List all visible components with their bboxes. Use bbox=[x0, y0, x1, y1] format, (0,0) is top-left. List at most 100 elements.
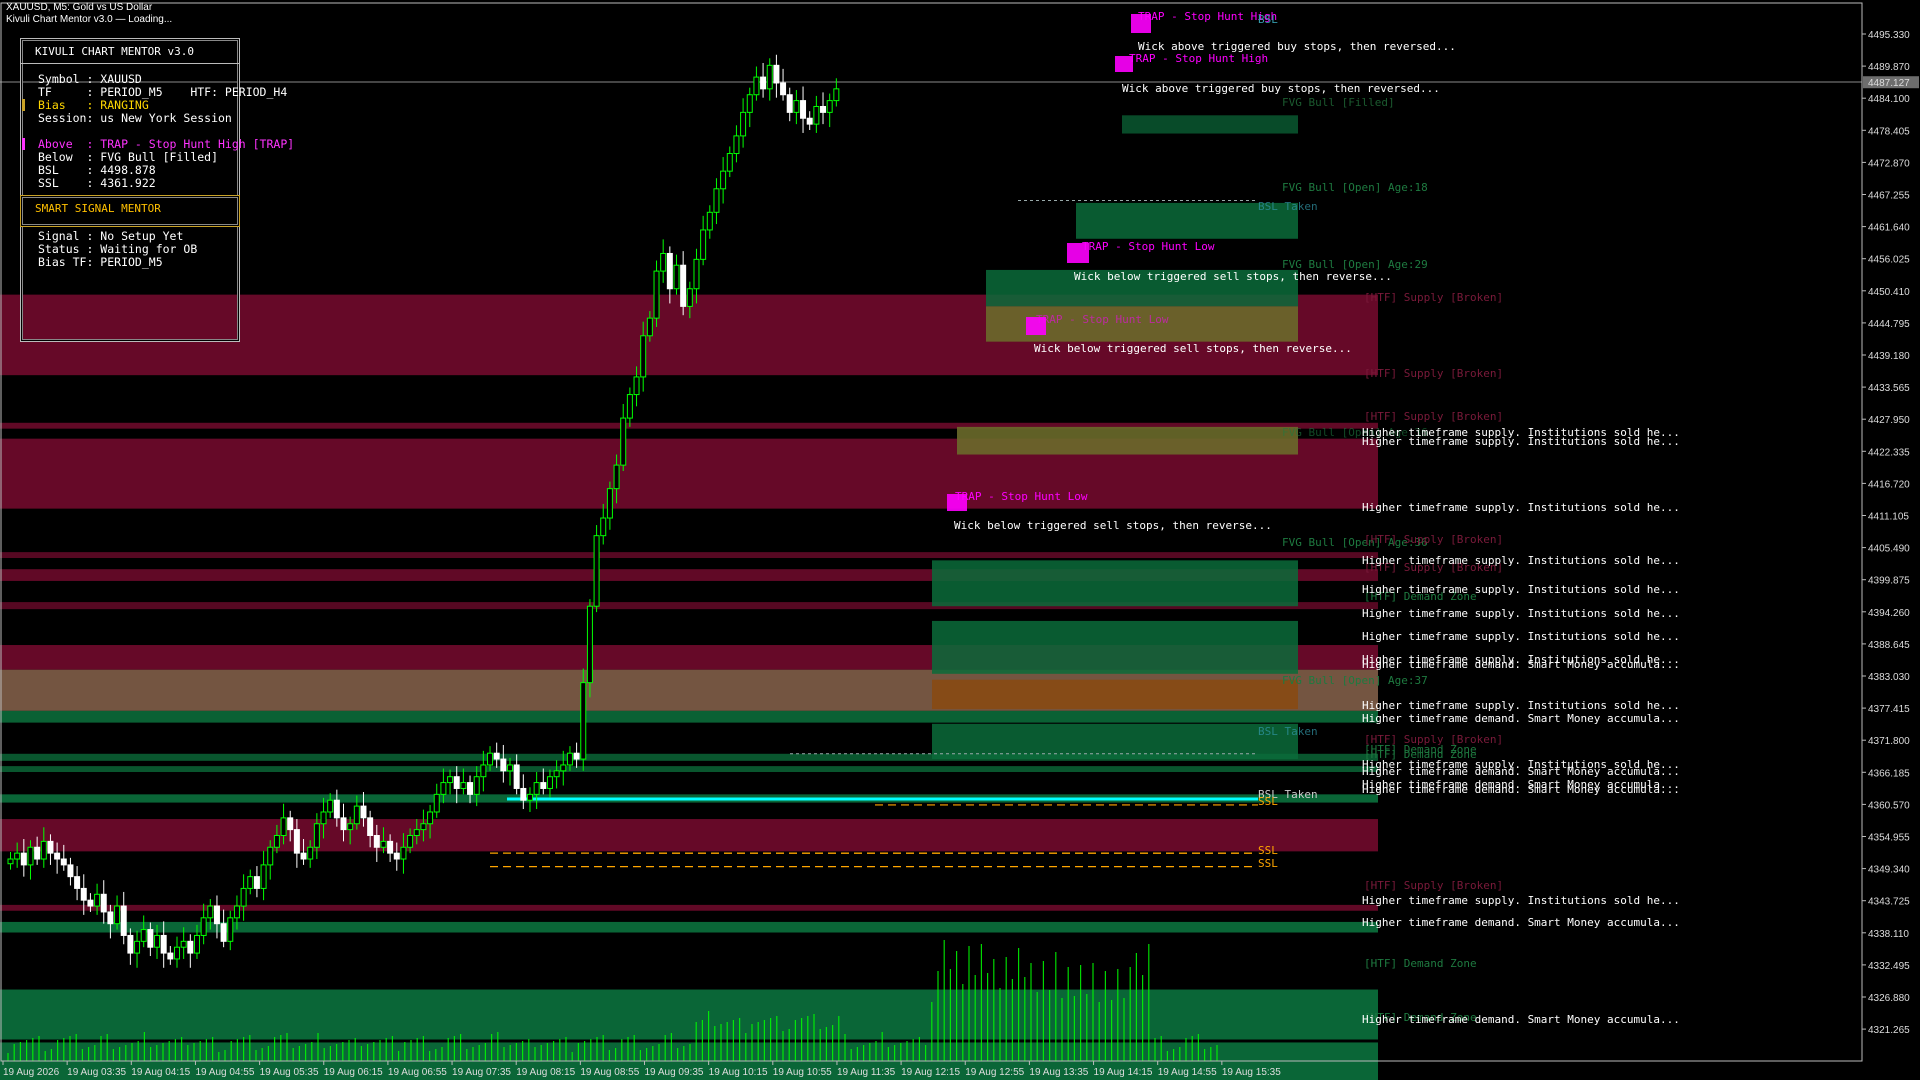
candle-body bbox=[67, 864, 74, 878]
candle-body bbox=[240, 887, 247, 907]
candle-body bbox=[313, 823, 320, 848]
htf-supply-label: [HTF] Supply [Broken] bbox=[1364, 291, 1503, 304]
supply-note: Higher timeframe supply. Institutions so… bbox=[1362, 699, 1680, 712]
candle-body bbox=[766, 64, 773, 90]
candle-body bbox=[393, 852, 400, 860]
candle-body bbox=[114, 905, 121, 925]
mentor-rows: Symbol : XAUUSD TF : PERIOD_M5 HTF: PERIO… bbox=[38, 73, 294, 190]
candle-body bbox=[253, 876, 260, 889]
time-tick-label: 19 Aug 04:55 bbox=[195, 1067, 254, 1078]
candle-body bbox=[307, 846, 314, 860]
candle-body bbox=[826, 100, 833, 113]
htf-supply-label: [HTF] Supply [Broken] bbox=[1364, 367, 1503, 380]
supply-zone bbox=[0, 904, 1378, 911]
trap-low-label: TRAP - Stop Hunt Low bbox=[1036, 313, 1169, 326]
price-tick-label: 4478.405 bbox=[1868, 126, 1910, 137]
indicator-status: Kivuli Chart Mentor v3.0 — Loading... bbox=[6, 14, 173, 25]
candle-body bbox=[540, 782, 547, 789]
fvg-olive-box bbox=[957, 426, 1298, 455]
candle-body bbox=[327, 799, 334, 813]
price-tick-label: 4484.100 bbox=[1868, 94, 1910, 105]
candle-body bbox=[233, 905, 240, 919]
candle-body bbox=[227, 917, 234, 942]
price-tick-label: 4467.255 bbox=[1868, 191, 1910, 202]
price-tick-label: 4472.870 bbox=[1868, 158, 1910, 169]
demand-note: Higher timeframe demand. Smart Money acc… bbox=[1362, 916, 1680, 929]
supply-note: Higher timeframe supply. Institutions so… bbox=[1362, 501, 1680, 514]
candle-body bbox=[7, 858, 14, 865]
candle-body bbox=[713, 188, 720, 213]
candle-body bbox=[94, 893, 101, 907]
signal-rows: Signal : No Setup Yet Status : Waiting fo… bbox=[38, 230, 197, 269]
candle-body bbox=[360, 805, 367, 819]
time-tick-label: 19 Aug 05:35 bbox=[260, 1067, 319, 1078]
demand-zone bbox=[0, 766, 1378, 773]
candle-body bbox=[720, 170, 727, 190]
time-tick-label: 19 Aug 07:35 bbox=[452, 1067, 511, 1078]
fvg-open-box bbox=[932, 620, 1298, 674]
candle-body bbox=[193, 934, 200, 954]
price-tick-label: 4377.415 bbox=[1868, 704, 1910, 715]
candle-body bbox=[134, 940, 141, 954]
candle-body bbox=[473, 776, 480, 795]
candle-body bbox=[400, 846, 407, 860]
price-tick-label: 4433.565 bbox=[1868, 383, 1910, 394]
candle-body bbox=[140, 929, 147, 942]
candle-body bbox=[340, 817, 347, 831]
trap-high-label: TRAP - Stop Hunt High bbox=[1129, 52, 1268, 65]
fvg-orange-box bbox=[932, 679, 1298, 710]
candle-body bbox=[586, 605, 593, 684]
time-tick-label: 19 Aug 2026 bbox=[3, 1067, 60, 1078]
fvg-open-box bbox=[932, 560, 1298, 607]
fvg-filled-label: FVG Bull [Filled] bbox=[1282, 96, 1395, 109]
candle-body bbox=[207, 905, 214, 919]
candle-body bbox=[120, 905, 127, 936]
candle-body bbox=[673, 264, 680, 290]
htf-supply-label: [HTF] Supply [Broken] bbox=[1364, 410, 1503, 423]
trap-low-label: TRAP - Stop Hunt Low bbox=[1082, 240, 1215, 253]
time-tick-label: 19 Aug 08:15 bbox=[516, 1067, 575, 1078]
candle-body bbox=[660, 252, 667, 272]
candle-body bbox=[273, 835, 280, 848]
supply-note: Higher timeframe supply. Institutions so… bbox=[1362, 554, 1680, 567]
demand-zone bbox=[0, 710, 1378, 723]
price-tick-label: 4489.870 bbox=[1868, 62, 1910, 73]
candle-body bbox=[353, 805, 360, 825]
price-tick-label: 4422.335 bbox=[1868, 447, 1910, 458]
candle-body bbox=[793, 100, 800, 113]
time-tick-label: 19 Aug 06:55 bbox=[388, 1067, 447, 1078]
candle-body bbox=[387, 840, 394, 854]
htf-demand-label: [HTF] Demand Zone bbox=[1364, 957, 1477, 970]
time-tick-label: 19 Aug 10:55 bbox=[773, 1067, 832, 1078]
candle-body bbox=[746, 94, 753, 113]
price-tick-label: 4399.875 bbox=[1868, 576, 1910, 587]
candle-body bbox=[74, 876, 81, 889]
supply-note: Higher timeframe supply. Institutions so… bbox=[1362, 607, 1680, 620]
candle-body bbox=[247, 876, 254, 889]
candle-body bbox=[553, 770, 560, 778]
supply-note: Higher timeframe supply. Institutions so… bbox=[1362, 583, 1680, 596]
candle-body bbox=[187, 940, 194, 954]
wick-below-text: Wick below triggered sell stops, then re… bbox=[1074, 270, 1392, 283]
candle-body bbox=[800, 100, 807, 119]
mentor-panel-title: KIVULI CHART MENTOR v3.0 bbox=[35, 45, 194, 58]
annotation-layer: TRAP - Stop Hunt High TRAP - Stop Hunt Hi… bbox=[947, 10, 1680, 1026]
candle-body bbox=[440, 782, 447, 795]
price-tick-label: 4366.185 bbox=[1868, 768, 1910, 779]
bsl-label: BSL bbox=[1258, 13, 1278, 26]
ssl-label: SSL bbox=[1258, 844, 1278, 857]
price-tick-label: 4326.880 bbox=[1868, 993, 1910, 1004]
bias-marker bbox=[22, 99, 25, 111]
signal-panel-header[interactable]: SMART SIGNAL MENTOR bbox=[20, 195, 240, 227]
fvg-open-label: FVG Bull [Open] Age:18 bbox=[1282, 181, 1428, 194]
candle-body bbox=[420, 823, 427, 831]
candle-body bbox=[427, 811, 434, 825]
time-tick-label: 19 Aug 13:35 bbox=[1029, 1067, 1088, 1078]
candle-body bbox=[507, 764, 513, 772]
candle-body bbox=[500, 758, 507, 772]
time-tick-label: 19 Aug 03:35 bbox=[67, 1067, 126, 1078]
candle-body bbox=[640, 335, 647, 378]
candle-body bbox=[700, 229, 707, 260]
candle-body bbox=[347, 823, 354, 831]
candle-body bbox=[380, 840, 387, 848]
